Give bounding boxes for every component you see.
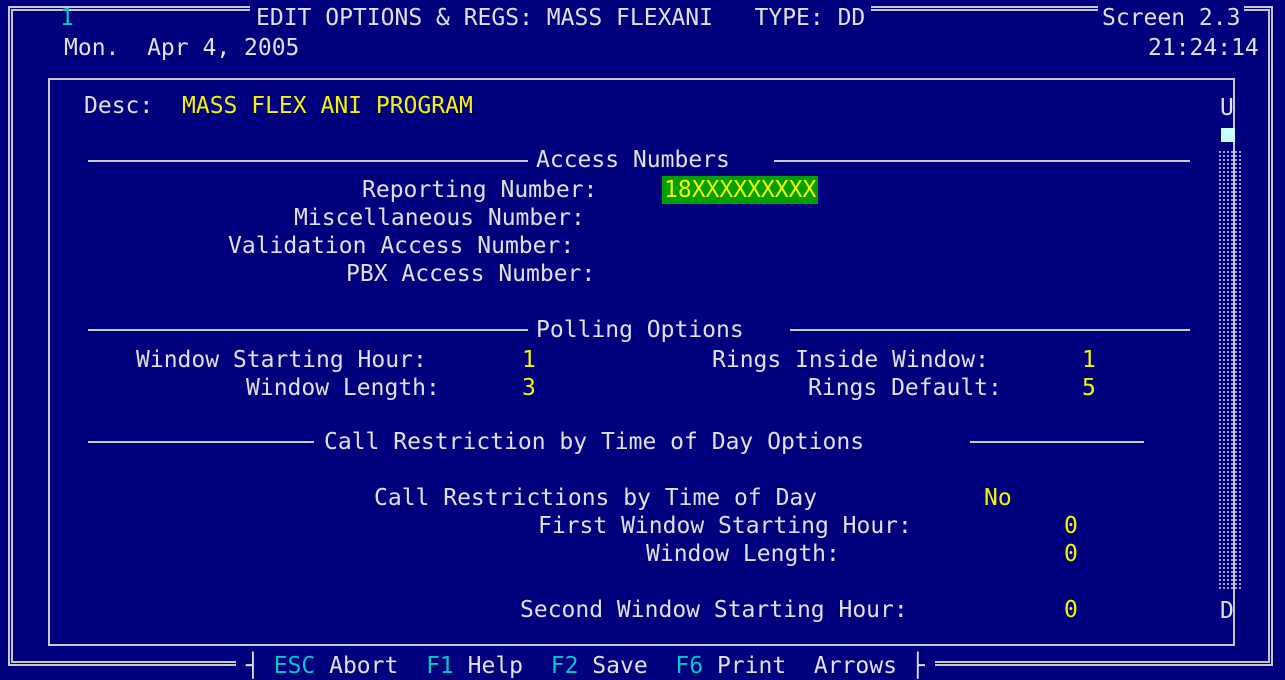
restriction-window-length-label: Window Length: [646, 541, 840, 567]
screen-number: Screen 2.3 [1098, 4, 1245, 32]
window-length-field[interactable]: 3 [522, 374, 536, 402]
screen-title: EDIT OPTIONS & REGS: MASS FLEXANI TYPE: … [250, 4, 872, 32]
section-divider [970, 441, 1144, 443]
window-length-label: Window Length: [246, 375, 440, 401]
validation-number-label: Validation Access Number: [228, 233, 575, 259]
f1-key[interactable]: F1 [426, 653, 454, 679]
scrollbar-track[interactable] [1218, 150, 1242, 590]
polling-section-title: Polling Options [536, 317, 744, 343]
access-section-title: Access Numbers [536, 147, 730, 173]
window-starting-hour-field[interactable]: 1 [522, 346, 536, 374]
desc-value[interactable]: MASS FLEX ANI PROGRAM [182, 92, 473, 120]
section-divider [790, 329, 1190, 331]
restriction-window-length-field[interactable]: 0 [1064, 540, 1078, 568]
section-divider [88, 441, 314, 443]
misc-number-label: Miscellaneous Number: [294, 205, 585, 231]
print-button[interactable]: Print [717, 653, 786, 679]
header-date: Mon. Apr 4, 2005 [64, 35, 300, 61]
rings-inside-window-field[interactable]: 1 [1082, 346, 1096, 374]
pbx-number-label: PBX Access Number: [346, 261, 596, 287]
arrows-hint: Arrows [813, 653, 897, 679]
first-window-start-label: First Window Starting Hour: [538, 513, 912, 539]
footer-bar-right-icon: ├ [896, 653, 925, 679]
header-time: 21:24:14 [1148, 35, 1259, 61]
window-number: 1 [60, 5, 74, 31]
scroll-up-icon[interactable]: U [1220, 94, 1234, 122]
second-window-start-label: Second Window Starting Hour: [520, 597, 908, 623]
restriction-section-title: Call Restriction by Time of Day Options [324, 429, 865, 455]
rings-default-field[interactable]: 5 [1082, 374, 1096, 402]
abort-button[interactable]: Abort [329, 653, 398, 679]
section-divider [88, 160, 528, 162]
desc-label: Desc: [84, 93, 154, 119]
save-button[interactable]: Save [592, 653, 647, 679]
reporting-number-label: Reporting Number: [362, 177, 598, 203]
reporting-number-field[interactable]: 18XXXXXXXXX [662, 176, 819, 204]
scroll-thumb[interactable] [1221, 128, 1235, 142]
section-divider [774, 160, 1190, 162]
footer-bar-left-icon: ┤ [246, 653, 274, 679]
window-starting-hour-label: Window Starting Hour: [136, 347, 427, 373]
esc-key[interactable]: ESC [274, 653, 316, 679]
rings-inside-window-label: Rings Inside Window: [712, 347, 989, 373]
call-restrictions-label: Call Restrictions by Time of Day [374, 485, 818, 511]
call-restrictions-field[interactable]: No [984, 484, 1012, 512]
f6-key[interactable]: F6 [675, 653, 703, 679]
first-window-start-field[interactable]: 0 [1064, 512, 1078, 540]
footer-keybar: ┤ ESC Abort F1 Help F2 Save F6 Print Arr… [236, 652, 935, 679]
scroll-down-icon[interactable]: D [1220, 597, 1234, 625]
rings-default-label: Rings Default: [808, 375, 1002, 401]
f2-key[interactable]: F2 [551, 653, 579, 679]
help-button[interactable]: Help [468, 653, 523, 679]
second-window-start-field[interactable]: 0 [1064, 596, 1078, 624]
section-divider [88, 329, 528, 331]
